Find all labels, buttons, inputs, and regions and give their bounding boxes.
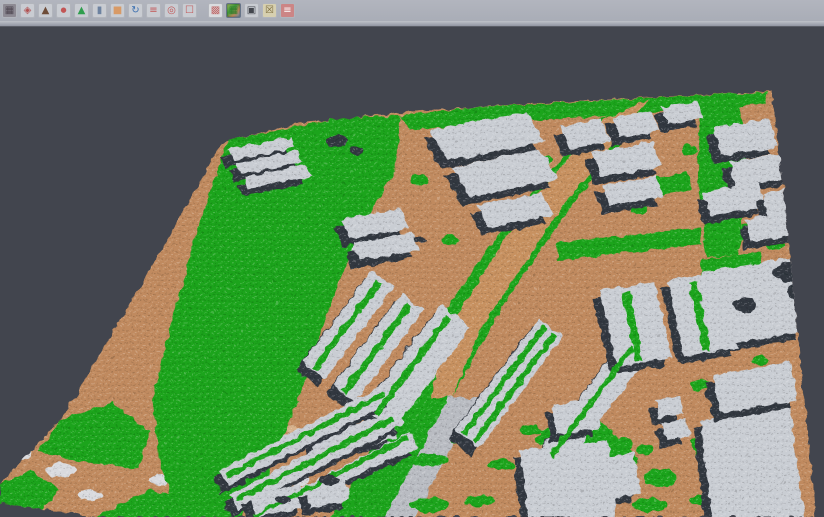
- refresh-globe-glyph: ↻: [131, 6, 139, 16]
- point-speckle-overlay: [0, 0, 824, 517]
- refresh-globe-icon[interactable]: ↻: [128, 3, 143, 18]
- red-bars-glyph: ≡: [283, 6, 291, 16]
- app-window: ▦ ◈ ▲ ● ▲ ▮ ■ ↻ ≡ ◎ ☐ ▩ ▦ ▣ ☒ ≡: [0, 0, 824, 517]
- classified-view-icon[interactable]: ▦: [226, 3, 241, 18]
- toolbar-icon-row: ▦ ◈ ▲ ● ▲ ▮ ■ ↻ ≡ ◎ ☐ ▩ ▦ ▣ ☒ ≡: [0, 0, 824, 21]
- red-bars-icon[interactable]: ≡: [280, 3, 295, 18]
- terrain-brown-glyph: ▲: [42, 6, 50, 16]
- list-red-glyph: ≡: [149, 6, 157, 16]
- selection-frame-glyph: ☐: [185, 6, 194, 16]
- profile-column-icon[interactable]: ▮: [92, 3, 107, 18]
- point-select-icon[interactable]: ●: [56, 3, 71, 18]
- camera-dark-glyph: ▣: [247, 6, 256, 16]
- point-select-glyph: ●: [60, 7, 66, 14]
- classified-view-glyph: ▦: [229, 6, 238, 16]
- grid-hatch-icon[interactable]: ▩: [208, 3, 223, 18]
- ortho-square-icon[interactable]: ■: [110, 3, 125, 18]
- target-ring-icon[interactable]: ◎: [164, 3, 179, 18]
- viewport-3d[interactable]: [0, 0, 824, 517]
- list-red-icon[interactable]: ≡: [146, 3, 161, 18]
- terrain-brown-icon[interactable]: ▲: [38, 3, 53, 18]
- move-view-icon[interactable]: ◈: [20, 3, 35, 18]
- selection-frame-icon[interactable]: ☐: [182, 3, 197, 18]
- clear-marks-glyph: ☒: [265, 6, 274, 16]
- toolbar-separator: [0, 21, 824, 26]
- point-cloud: [0, 0, 824, 517]
- clear-marks-icon[interactable]: ☒: [262, 3, 277, 18]
- point-cloud-cube-glyph: ▦: [5, 6, 14, 16]
- camera-dark-icon[interactable]: ▣: [244, 3, 259, 18]
- profile-column-glyph: ▮: [97, 6, 103, 16]
- main-toolbar: ▦ ◈ ▲ ● ▲ ▮ ■ ↻ ≡ ◎ ☐ ▩ ▦ ▣ ☒ ≡: [0, 0, 824, 27]
- ortho-square-glyph: ■: [113, 6, 122, 16]
- terrain-green-glyph: ▲: [78, 6, 86, 16]
- target-ring-glyph: ◎: [167, 6, 176, 16]
- terrain-green-icon[interactable]: ▲: [74, 3, 89, 18]
- move-view-glyph: ◈: [24, 6, 32, 16]
- point-cloud-cube-icon[interactable]: ▦: [2, 3, 17, 18]
- grid-hatch-glyph: ▩: [211, 6, 220, 16]
